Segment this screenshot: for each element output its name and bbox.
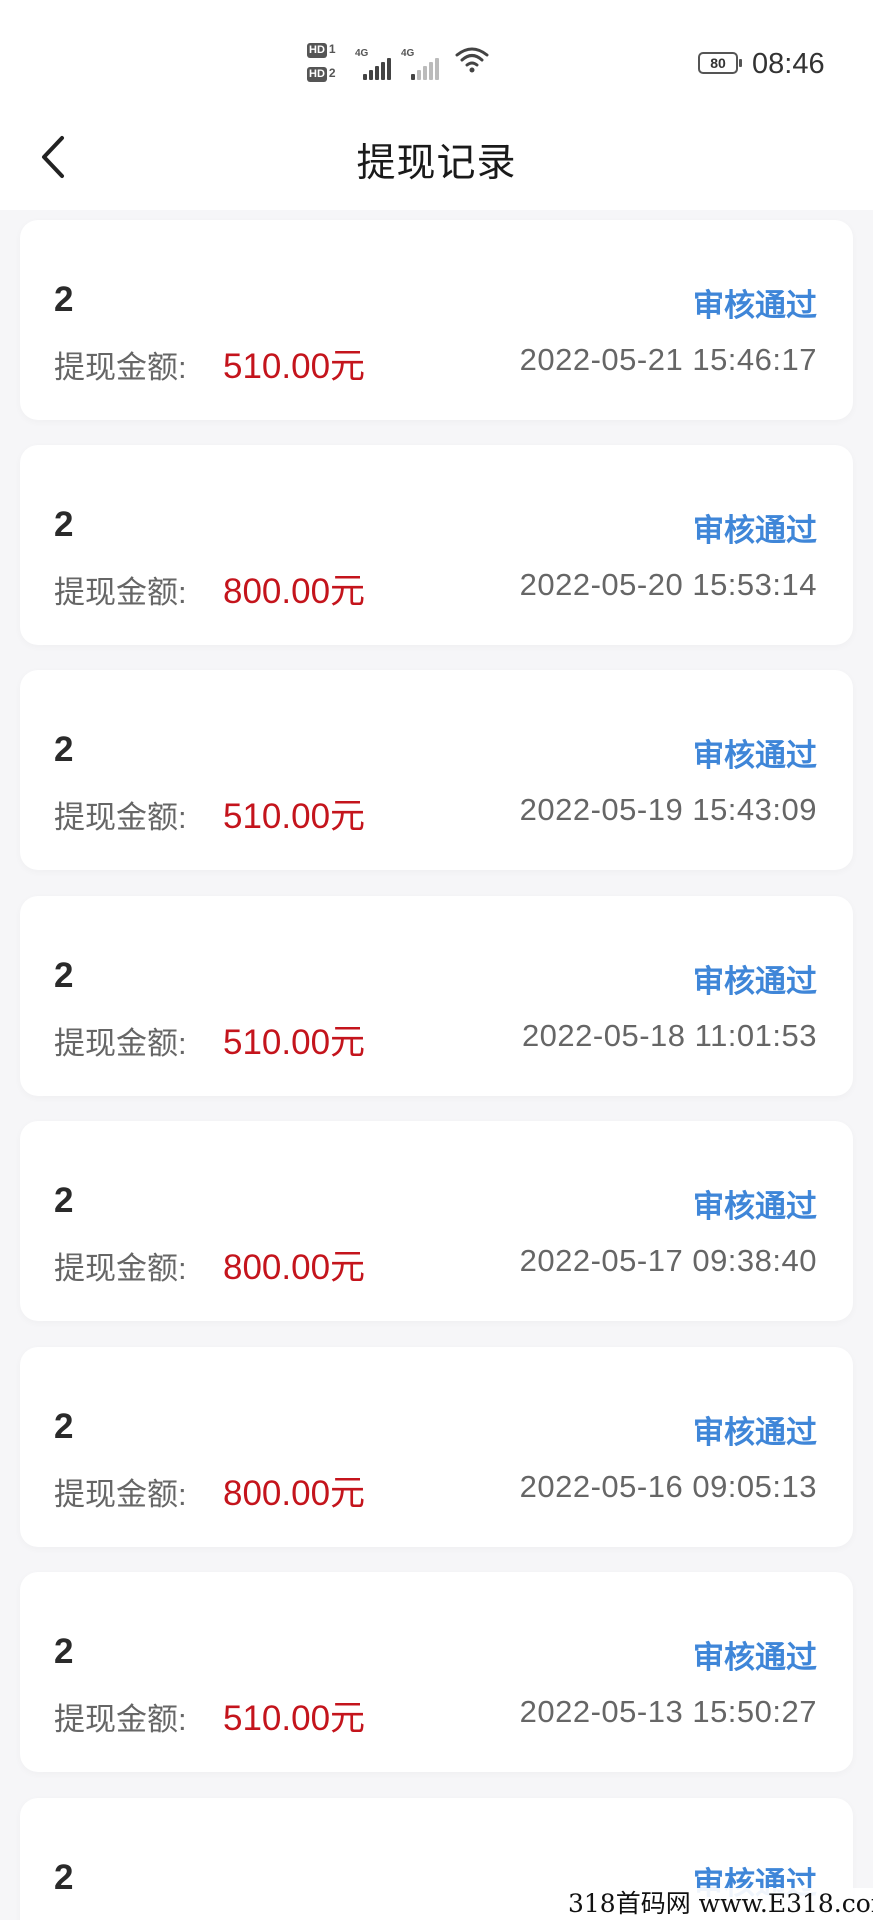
status-badge: 审核通过 [693, 964, 817, 999]
amount-label: 提现金额: [54, 350, 187, 385]
amount-label: 提现金额: [54, 1477, 187, 1512]
record-time: 2022-05-13 15:50:27 [519, 1694, 817, 1729]
record-card[interactable]: 2 审核通过 提现金额: 510.00元 2022-05-18 11:01:53 [20, 896, 853, 1096]
signal-icon [363, 58, 391, 80]
record-title: 2 [54, 505, 74, 544]
clock: 08:46 [752, 48, 825, 80]
signal-2-icon [411, 58, 439, 80]
record-title: 2 [54, 1407, 74, 1446]
status-bar: HD 1 HD 2 4G 4G 80 08:46 [0, 0, 873, 110]
status-badge: 审核通过 [693, 288, 817, 323]
record-card[interactable]: 2 审核通过 提现金额: 800.00元 2022-05-16 09:05:13 [20, 1347, 853, 1547]
amount-label: 提现金额: [54, 1026, 187, 1061]
signal-indicators: HD 1 HD 2 4G 4G [307, 42, 497, 86]
record-time: 2022-05-21 15:46:17 [519, 342, 817, 377]
record-time: 2022-05-16 09:05:13 [519, 1469, 817, 1504]
amount-value: 800.00元 [223, 1248, 366, 1287]
sim2-hd-badge: HD 2 [307, 66, 336, 82]
sim1-hd-badge: HD 1 [307, 42, 336, 58]
amount-label: 提现金额: [54, 575, 187, 610]
amount-value: 510.00元 [223, 347, 366, 386]
record-time: 2022-05-18 11:01:53 [521, 1018, 817, 1053]
battery-icon: 80 [698, 52, 742, 74]
status-badge: 审核通过 [693, 738, 817, 773]
amount-value: 510.00元 [223, 1023, 366, 1062]
amount-value: 800.00元 [223, 572, 366, 611]
record-card[interactable]: 2 审核通过 提现金额: 510.00元 2022-05-19 15:43:09 [20, 670, 853, 870]
amount-value: 800.00元 [223, 1474, 366, 1513]
status-badge: 审核通过 [693, 513, 817, 548]
record-title: 2 [54, 1632, 74, 1671]
record-card[interactable]: 2 审核通过 提现金额: 510.00元 2022-05-13 15:50:27 [20, 1572, 853, 1772]
record-title: 2 [54, 1181, 74, 1220]
record-card[interactable]: 2 审核通过 提现金额: 800.00元 2022-05-20 15:53:14 [20, 445, 853, 645]
amount-value: 510.00元 [223, 1699, 366, 1738]
record-card[interactable]: 2 审核通过 提现金额: 800.00元 2022-05-17 09:38:40 [20, 1121, 853, 1321]
watermark: 318首码网 www.E318.com [560, 1888, 873, 1920]
record-time: 2022-05-17 09:38:40 [519, 1243, 817, 1278]
wifi-icon [455, 47, 489, 73]
record-title: 2 [54, 730, 74, 769]
amount-label: 提现金额: [54, 1251, 187, 1286]
page-title: 提现记录 [356, 142, 517, 185]
record-time: 2022-05-20 15:53:14 [519, 567, 817, 602]
record-title: 2 [54, 1858, 74, 1897]
record-title: 2 [54, 280, 74, 319]
nav-bar: 提现记录 [0, 110, 873, 210]
amount-label: 提现金额: [54, 1702, 187, 1737]
status-badge: 审核通过 [693, 1415, 817, 1450]
status-badge: 审核通过 [693, 1640, 817, 1675]
amount-label: 提现金额: [54, 800, 187, 835]
status-badge: 审核通过 [693, 1189, 817, 1224]
amount-value: 510.00元 [223, 797, 366, 836]
record-time: 2022-05-19 15:43:09 [519, 792, 817, 827]
record-title: 2 [54, 956, 74, 995]
record-card[interactable]: 2 审核通过 提现金额: 510.00元 2022-05-21 15:46:17 [20, 220, 853, 420]
